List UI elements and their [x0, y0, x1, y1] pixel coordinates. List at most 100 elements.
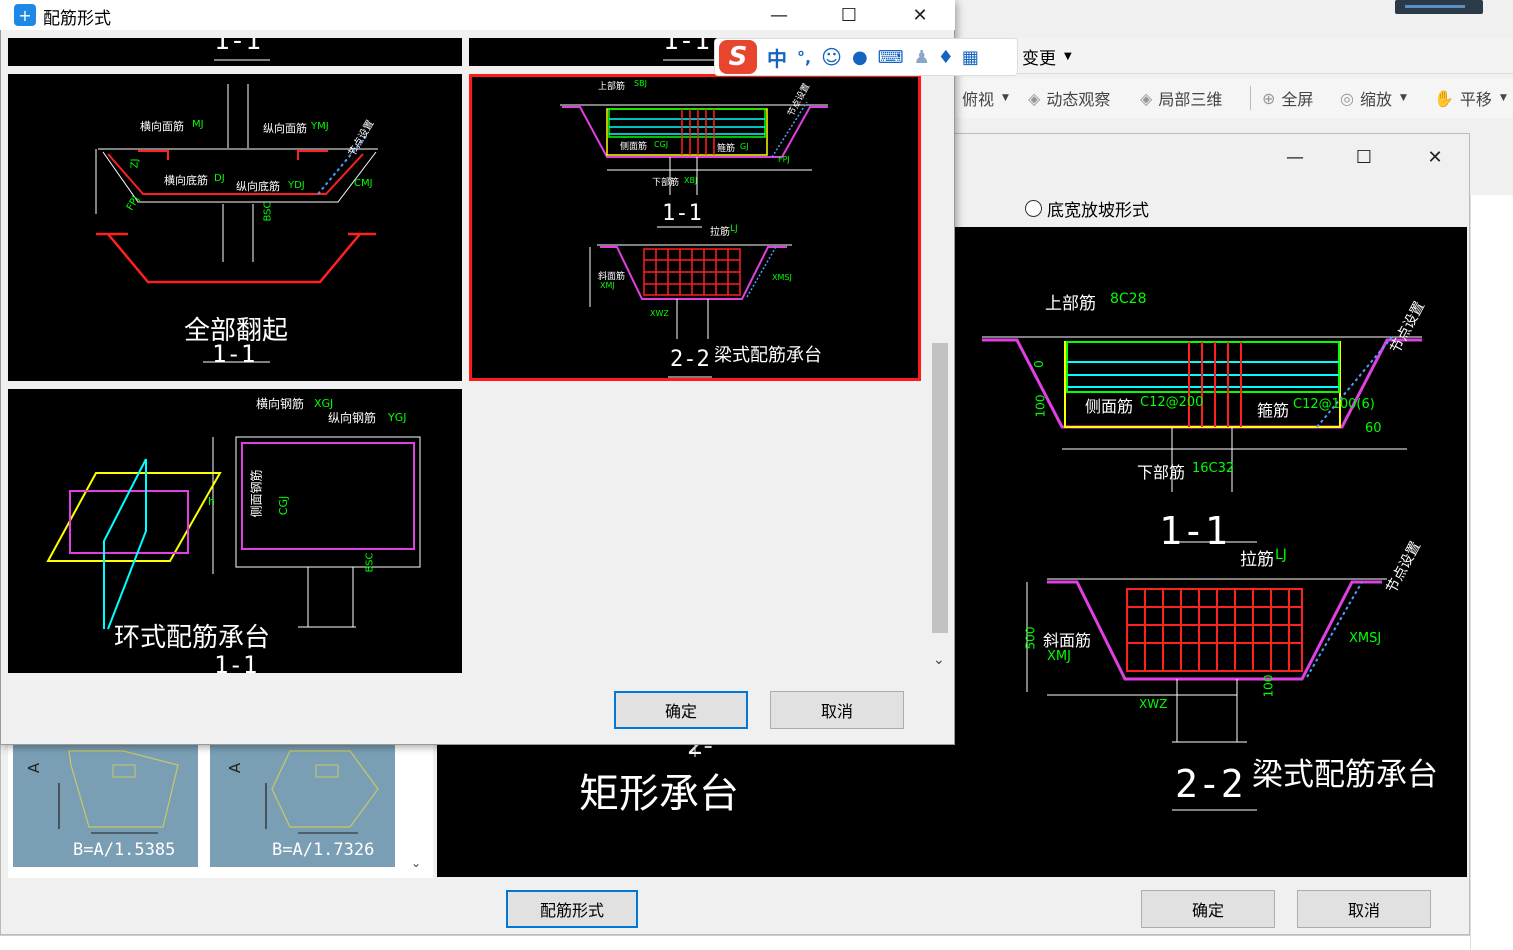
- user-icon[interactable]: ♟: [914, 47, 930, 68]
- bottom-strip: [0, 935, 1470, 950]
- label-side: 侧面筋: [620, 142, 648, 152]
- tie-label: 拉筋: [1240, 550, 1274, 570]
- cap-dialog-minimize[interactable]: —: [1272, 142, 1318, 172]
- rebar-ok-button[interactable]: 确定: [614, 691, 748, 729]
- minimize-icon: —: [770, 4, 788, 26]
- toolbar-pan[interactable]: ✋ 平移 ▼: [1434, 86, 1507, 110]
- cap-cancel-button[interactable]: 取消: [1297, 890, 1431, 928]
- toolbar-topview[interactable]: 俯视 ▼: [962, 86, 1009, 110]
- minimize-icon: —: [1286, 146, 1304, 168]
- orbit-icon: ◈: [1028, 88, 1041, 108]
- label-transverse-bottom: 横向底筋: [164, 174, 208, 187]
- rebar-list-scrollbar[interactable]: ⌄: [930, 38, 950, 673]
- rebar-cell-ring[interactable]: 横向钢筋 XGJ 纵向钢筋 YGJ 侧面钢筋 CGJ h BSC 环式配筋承台 …: [8, 389, 462, 673]
- label-side: 侧面钢筋: [249, 469, 264, 518]
- label-longitudinal-top: 纵向面筋: [263, 122, 307, 135]
- emoji-icon[interactable]: ☺: [821, 45, 842, 69]
- code-ydj: YDJ: [288, 180, 305, 191]
- close-icon: ✕: [1427, 146, 1443, 168]
- code-ygj: YGJ: [388, 411, 407, 424]
- rebar-dialog-maximize[interactable]: ☐: [826, 0, 872, 30]
- thumb-side-label: A: [25, 762, 44, 774]
- toolbar-fullscreen[interactable]: ⊕ 全屏: [1262, 86, 1313, 110]
- top-bar-label: 上部筋: [1045, 294, 1096, 314]
- rebar-cell-beam[interactable]: 上部筋 SBJ 侧面筋 CGJ 箍筋 GJ 下部筋 XBJ 拉筋 LJ 斜面筋 …: [469, 74, 921, 381]
- zoom-in-icon: ⊕: [1262, 88, 1276, 108]
- chevron-down-icon: ▼: [1399, 93, 1407, 103]
- change-menu-label: 变更: [1022, 48, 1056, 69]
- xmsj-label: XMSJ: [1349, 631, 1382, 646]
- slope-bar-code: XMJ: [1047, 649, 1071, 664]
- chevron-down-icon[interactable]: ⌄: [933, 652, 945, 668]
- toolbar-orbit[interactable]: ◈ 动态观察: [1028, 86, 1110, 110]
- code-dj: DJ: [214, 173, 225, 184]
- rebar-cancel-button[interactable]: 取消: [770, 691, 904, 729]
- scrollbar-thumb[interactable]: [932, 343, 948, 633]
- code-xmsj: XMSJ: [772, 273, 792, 282]
- toolbar-separator: [1250, 86, 1251, 110]
- rebar-cell-top-left[interactable]: 1-1: [8, 38, 462, 66]
- rebar-dialog-minimize[interactable]: —: [756, 0, 802, 30]
- label-bottom: 下部筋: [652, 178, 680, 188]
- code-fpj: FPJ: [778, 155, 790, 164]
- microphone-icon[interactable]: ●: [852, 47, 868, 68]
- xwz-label: XWZ: [1139, 697, 1168, 711]
- code-zj: ZJ: [129, 158, 141, 169]
- sogou-logo-icon: S: [719, 40, 757, 74]
- thumb-hexagon[interactable]: A B=A/1.7326: [210, 743, 395, 867]
- grid-apps-icon[interactable]: ▦: [962, 47, 979, 68]
- toolbar-local3d-label: 局部三维: [1158, 90, 1223, 109]
- side-bar-value: C12@200: [1140, 395, 1204, 410]
- cap-dialog-maximize[interactable]: ☐: [1341, 142, 1387, 172]
- top-bar-value: 8C28: [1110, 291, 1147, 307]
- radio-bottom-slope[interactable]: 底宽放坡形式: [1025, 196, 1149, 221]
- label-longitudinal-bottom: 纵向底筋: [236, 180, 280, 193]
- chevron-down-icon: ▼: [1064, 50, 1072, 62]
- thumb-side-label: A: [226, 762, 245, 774]
- tie-value: LJ: [1275, 547, 1287, 563]
- rebar-cell-all-bent[interactable]: 横向面筋 MJ 纵向面筋 YMJ 横向底筋 DJ 纵向底筋 YDJ CMJ FP…: [8, 74, 462, 381]
- radio-icon: [1025, 199, 1042, 217]
- ime-punct-toggle[interactable]: °,: [797, 48, 811, 67]
- cell-section-label: 2-2: [670, 347, 710, 372]
- code-gj: GJ: [740, 142, 749, 151]
- chevron-down-icon: ⌄: [410, 856, 422, 870]
- code-bsc: BSC: [364, 552, 376, 573]
- thumb-scroll-down[interactable]: ⌄: [406, 856, 426, 876]
- section-1-1: 1-1: [1159, 509, 1228, 553]
- toolbar-pan-label: 平移: [1459, 90, 1492, 109]
- cell-section-label: 1-1: [214, 651, 258, 673]
- thumb-pentagon[interactable]: A B=A/1.5385: [13, 743, 198, 867]
- rebar-form-button[interactable]: 配筋形式: [506, 890, 638, 928]
- ime-toolbar[interactable]: S 中 °, ☺ ● ⌨ ♟ ♦ ▦: [714, 38, 1018, 76]
- cube-icon: ◈: [1140, 88, 1153, 108]
- shirt-icon[interactable]: ♦: [938, 47, 954, 68]
- label-stirrup: 箍筋: [717, 144, 736, 154]
- cap-dialog-close[interactable]: ✕: [1412, 142, 1458, 172]
- rebar-dialog-title: 配筋形式: [43, 9, 111, 29]
- rect-cap-caption: 矩形承台: [579, 771, 739, 817]
- bottom-bar-label: 下部筋: [1137, 463, 1186, 482]
- cell-caption: 环式配筋承台: [114, 623, 271, 653]
- close-icon: ✕: [912, 4, 928, 26]
- cell-caption: 梁式配筋承台: [714, 345, 822, 366]
- toolbar-zoom[interactable]: ◎ 缩放 ▼: [1340, 86, 1407, 110]
- rebar-dialog-close[interactable]: ✕: [897, 0, 943, 30]
- ime-mode-toggle[interactable]: 中: [767, 43, 787, 72]
- bottom-bar-value: 16C32: [1192, 461, 1235, 476]
- code-xwz: XWZ: [650, 309, 669, 318]
- toolbar-local3d[interactable]: ◈ 局部三维: [1140, 86, 1222, 110]
- keyboard-icon[interactable]: ⌨: [878, 47, 904, 68]
- stirrup-label: 箍筋: [1257, 401, 1290, 420]
- code-mj: MJ: [192, 119, 204, 130]
- right-panel: [1470, 195, 1513, 950]
- label-transverse: 横向钢筋: [256, 397, 305, 411]
- taskbar-thumbnail: [1395, 0, 1483, 14]
- chevron-down-icon: ▼: [1002, 93, 1009, 103]
- change-menu[interactable]: 变更 ▼: [1022, 44, 1072, 69]
- section-2-2: 2-2: [1175, 762, 1244, 806]
- beam-cell-drawing: [560, 101, 828, 378]
- cap-ok-button[interactable]: 确定: [1141, 890, 1275, 928]
- thumb-formula: B=A/1.5385: [73, 840, 176, 860]
- label-transverse-top: 横向面筋: [140, 120, 184, 133]
